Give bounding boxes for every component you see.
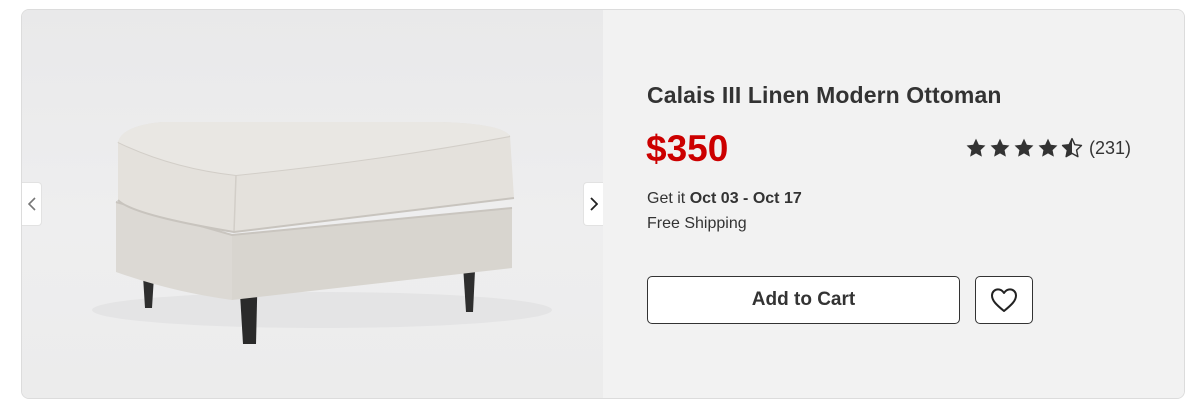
delivery-estimate: Get it Oct 03 - Oct 17: [647, 190, 802, 208]
add-to-cart-button[interactable]: Add to Cart: [647, 276, 960, 324]
product-image-gallery: [22, 10, 603, 398]
product-card: Calais III Linen Modern Ottoman $350 (23…: [21, 9, 1185, 399]
star-full-icon: [1014, 138, 1034, 157]
gallery-next-button[interactable]: [583, 182, 603, 226]
star-full-icon: [1038, 138, 1058, 157]
gallery-prev-button[interactable]: [22, 182, 42, 226]
product-title[interactable]: Calais III Linen Modern Ottoman: [647, 82, 1002, 109]
product-image: [92, 122, 552, 344]
favorite-button[interactable]: [975, 276, 1033, 324]
heart-icon: [991, 288, 1017, 312]
star-full-icon: [966, 138, 986, 157]
chevron-left-icon: [27, 197, 36, 211]
product-price: $350: [646, 128, 729, 169]
shipping-info: Free Shipping: [647, 215, 747, 232]
rating-count[interactable]: (231): [1089, 138, 1131, 159]
product-details: Calais III Linen Modern Ottoman $350 (23…: [603, 10, 1184, 398]
product-rating[interactable]: (231): [965, 137, 1131, 159]
chevron-right-icon: [589, 197, 598, 211]
star-full-icon: [990, 138, 1010, 157]
delivery-dates: Oct 03 - Oct 17: [689, 190, 802, 207]
delivery-prefix: Get it: [647, 190, 690, 207]
star-half-icon: [1061, 137, 1083, 158]
